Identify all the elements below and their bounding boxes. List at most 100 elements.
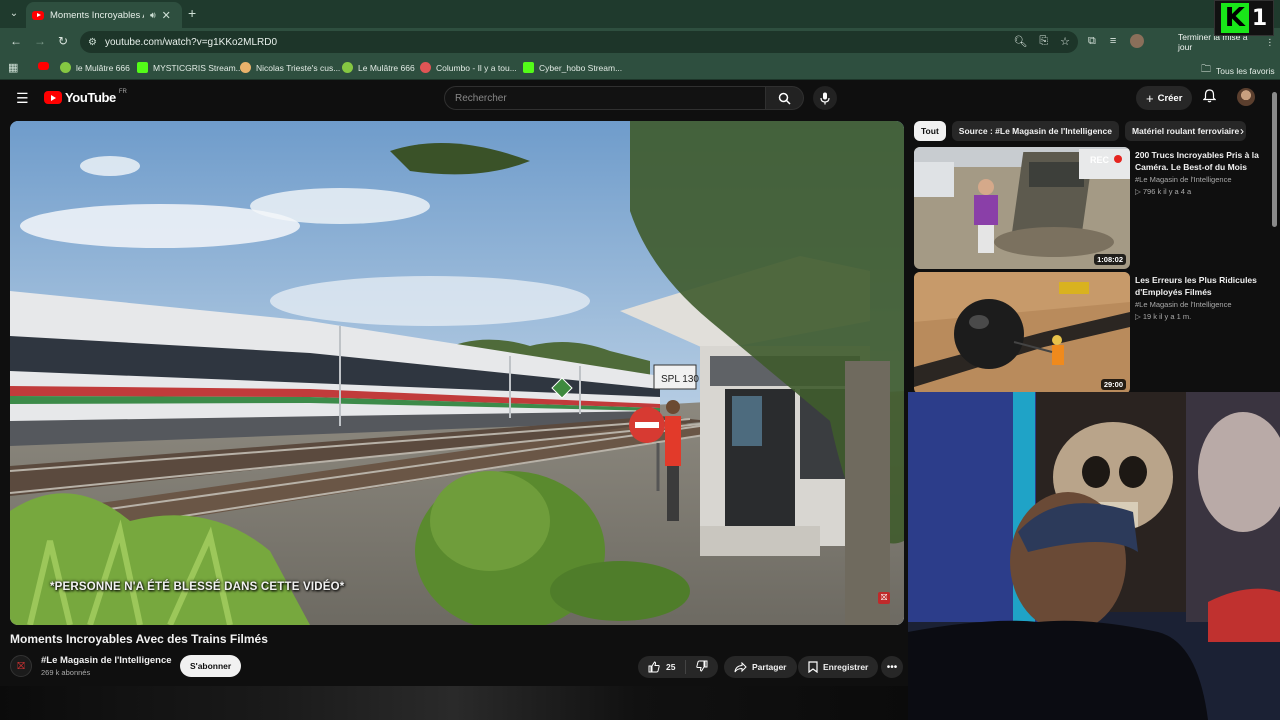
- recommended-video[interactable]: 29:00 Les Erreurs les Plus Ridicules d'E…: [914, 272, 1264, 394]
- speaker-icon[interactable]: 🔊︎: [150, 10, 156, 21]
- kick-icon: [523, 62, 534, 73]
- bookmark-item[interactable]: Columbo - Il y a tou...: [420, 62, 517, 73]
- install-app-icon[interactable]: ⎘: [1039, 35, 1048, 48]
- video-thumbnail[interactable]: 29:00: [914, 272, 1130, 394]
- rec-overlay-text: REC: [1090, 155, 1110, 165]
- page-scrollbar[interactable]: [1272, 92, 1277, 227]
- folder-icon: 🗀: [1201, 64, 1211, 75]
- share-label: Partager: [752, 662, 787, 672]
- share-arrow-icon: [734, 661, 747, 672]
- new-tab-button[interactable]: +: [188, 5, 196, 21]
- region-code: FR: [118, 88, 127, 95]
- forward-arrow-icon[interactable]: →: [34, 34, 46, 48]
- bookmark-label: Cyber_hobo Stream...: [539, 62, 623, 73]
- reading-list-icon[interactable]: ≡: [1110, 35, 1116, 47]
- zoom-icon[interactable]: 🔍︎: [1013, 35, 1027, 48]
- profile-avatar-icon[interactable]: [1130, 34, 1145, 48]
- rec-video-title[interactable]: 200 Trucs Incroyables Pris à la Caméra. …: [1135, 149, 1260, 173]
- video-thumbnail[interactable]: REC 1:08:02: [914, 147, 1130, 269]
- chip-all[interactable]: Tout: [914, 121, 946, 141]
- youtube-logo[interactable]: YouTube FR: [44, 88, 127, 105]
- rec-video-title[interactable]: Les Erreurs les Plus Ridicules d'Employé…: [1135, 274, 1260, 298]
- bookmark-star-icon[interactable]: ☆: [1060, 35, 1070, 48]
- reload-icon[interactable]: ↻: [58, 34, 68, 48]
- like-button[interactable]: 25: [638, 660, 687, 674]
- k1-logo-letter: K: [1220, 3, 1249, 33]
- k1-channel-logo: K 1: [1214, 0, 1274, 36]
- subscribe-button[interactable]: S'abonner: [180, 655, 242, 677]
- back-arrow-icon[interactable]: ←: [10, 34, 22, 48]
- voice-search-button[interactable]: [813, 86, 837, 110]
- address-bar[interactable]: ⚙ youtube.com/watch?v=g1KKo2MLRD0 🔍︎ ⎘ ☆: [80, 31, 1078, 53]
- menu-icon[interactable]: ☰: [16, 90, 29, 107]
- custom-site-icon: [240, 62, 251, 73]
- bookmark-item[interactable]: MYSTICGRIS Stream...: [137, 62, 243, 73]
- channel-name[interactable]: #Le Magasin de l'Intelligence: [41, 655, 172, 666]
- rec-channel-name[interactable]: #Le Magasin de l'Intelligence: [1135, 300, 1232, 309]
- search-placeholder: Rechercher: [455, 92, 507, 104]
- rec-video-meta: ▷ 19 k il y a 1 m.: [1135, 312, 1192, 321]
- user-avatar[interactable]: [1237, 88, 1255, 106]
- thumbnail-car-mud-image: REC: [914, 147, 1130, 269]
- tab-search-menu-button[interactable]: ⌄: [6, 5, 22, 21]
- microphone-icon: [820, 92, 830, 104]
- browser-toolbar: ← → ↻ ⚙ youtube.com/watch?v=g1KKo2MLRD0 …: [0, 28, 1280, 56]
- like-dislike-group: 25: [638, 656, 718, 678]
- chip-source[interactable]: Source : #Le Magasin de l'Intelligence: [951, 121, 1119, 141]
- bookmark-youtube[interactable]: [38, 62, 49, 70]
- youtube-icon: [38, 62, 49, 70]
- channel-avatar[interactable]: ⛝: [10, 655, 32, 677]
- webcam-feed-image: [908, 392, 1280, 720]
- share-button[interactable]: Partager: [724, 656, 797, 678]
- streamer-webcam-overlay: [908, 392, 1280, 720]
- recommended-video[interactable]: REC 1:08:02 200 Trucs Incroyables Pris à…: [914, 147, 1264, 269]
- thumbnail-construction-ball-image: [914, 272, 1130, 394]
- bookmark-item[interactable]: Cyber_hobo Stream...: [523, 62, 622, 73]
- youtube-favicon-icon: [32, 10, 44, 20]
- bookmark-item[interactable]: le Mulâtre 666: [60, 62, 130, 73]
- like-count: 25: [666, 662, 676, 672]
- video-subtitle: *PERSONNE N'A ÉTÉ BLESSÉ DANS CETTE VIDÉ…: [50, 581, 345, 593]
- video-frame-train-crossing: SPL 130: [10, 121, 904, 625]
- search-icon: [778, 92, 791, 105]
- close-icon[interactable]: ✕: [162, 9, 171, 22]
- rec-channel-name[interactable]: #Le Magasin de l'Intelligence: [1135, 175, 1232, 184]
- notifications-bell-icon[interactable]: [1202, 89, 1217, 106]
- bookmark-label: Columbo - Il y a tou...: [436, 62, 517, 73]
- bookmark-label: le Mulâtre 666: [76, 62, 130, 73]
- video-player[interactable]: SPL 130 *PERSONNE N'A ÉTÉ BLESSÉ DANS CE…: [10, 121, 904, 625]
- extensions-icon[interactable]: ⧉: [1088, 35, 1096, 48]
- bookmark-label: Nicolas Trieste's cus...: [256, 62, 341, 73]
- save-button[interactable]: Enregistrer: [798, 656, 879, 678]
- more-actions-button[interactable]: •••: [881, 656, 903, 678]
- browser-tab-bar: ⌄ Moments Incroyables Avec 🔊︎ ✕ +: [0, 0, 1280, 28]
- video-duration: 1:08:02: [1094, 254, 1126, 265]
- chip-rolling-stock[interactable]: Matériel roulant ferroviaire: [1124, 121, 1247, 141]
- create-button[interactable]: + Créer: [1136, 86, 1193, 110]
- description-area-preview: [0, 686, 908, 720]
- search-button[interactable]: [766, 86, 804, 110]
- browser-tab[interactable]: Moments Incroyables Avec 🔊︎ ✕: [26, 2, 182, 28]
- youtube-header: ☰ YouTube FR Rechercher + Créer: [0, 81, 1280, 117]
- bookmark-label: Le Mulâtre 666: [358, 62, 415, 73]
- kick-icon: [137, 62, 148, 73]
- signal-sign-text: SPL 130: [661, 374, 699, 385]
- all-bookmarks-label: Tous les favoris: [1216, 65, 1275, 76]
- k1-logo-number: 1: [1251, 5, 1268, 31]
- youtube-logo-icon: [44, 91, 62, 104]
- search-input[interactable]: Rechercher: [444, 86, 766, 110]
- bookmark-item[interactable]: Nicolas Trieste's cus...: [240, 62, 340, 73]
- save-label: Enregistrer: [823, 662, 869, 672]
- thumbs-up-icon: [648, 661, 660, 673]
- site-info-icon[interactable]: ⚙: [88, 37, 97, 48]
- dislike-button[interactable]: [686, 660, 718, 675]
- bookmarks-bar: ▦ le Mulâtre 666 MYSTICGRIS Stream... Ni…: [0, 56, 1280, 80]
- channel-watermark-icon[interactable]: ⛝: [878, 592, 890, 604]
- video-title: Moments Incroyables Avec des Trains Film…: [10, 632, 268, 646]
- rumble-icon: [60, 62, 71, 73]
- all-bookmarks-folder[interactable]: 🗀 Tous les favoris: [1201, 62, 1275, 79]
- apps-grid-icon[interactable]: ▦: [8, 61, 18, 74]
- chevron-right-icon[interactable]: ›: [1240, 124, 1244, 138]
- rec-video-meta: ▷ 796 k il y a 4 a: [1135, 187, 1192, 196]
- bookmark-item[interactable]: Le Mulâtre 666: [342, 62, 415, 73]
